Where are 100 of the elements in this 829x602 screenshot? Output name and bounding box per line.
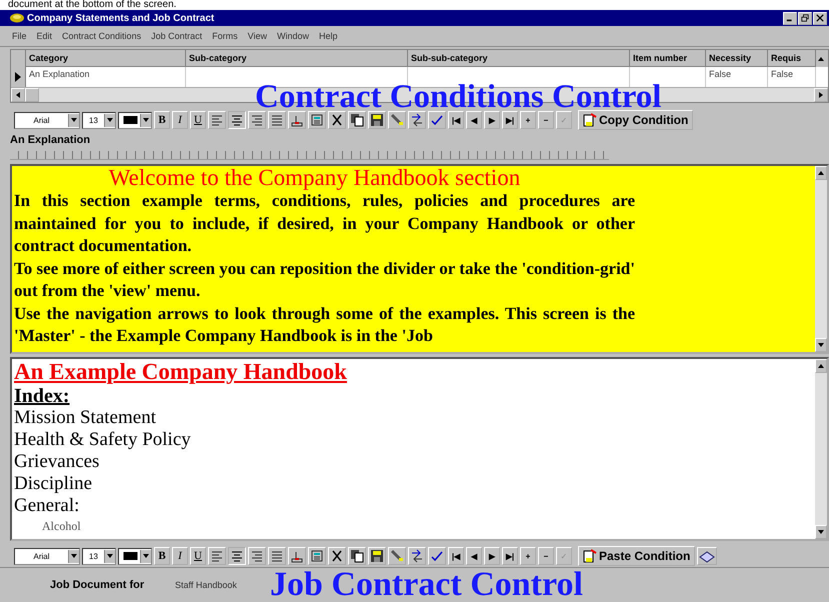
index-subitem: Alcohol xyxy=(41,518,82,535)
navigation-button[interactable]: + xyxy=(520,111,536,129)
scroll-right-icon[interactable] xyxy=(819,92,823,98)
align-center-icon[interactable] xyxy=(228,111,246,129)
section-heading: Welcome to the Company Handbook section xyxy=(108,166,522,190)
menu-item[interactable]: Window xyxy=(276,31,309,41)
align-left-icon[interactable] xyxy=(208,111,226,129)
navigation-button[interactable]: ▶ xyxy=(484,547,500,565)
dropdown-arrow-icon xyxy=(143,554,149,558)
copy-icon[interactable] xyxy=(348,547,366,565)
menu-item[interactable]: Forms xyxy=(212,31,238,41)
banner-title: Job Contract Control xyxy=(270,573,583,597)
save-icon[interactable] xyxy=(368,547,386,565)
font-dropdown[interactable]: Arial xyxy=(14,112,80,128)
clipboard-icon xyxy=(583,113,597,127)
index-item: Discipline xyxy=(14,473,94,495)
paragraph: To see more of either screen you can reposition the divider or take the 'condition-grid' out from the 'view' menu. xyxy=(14,258,635,302)
font-dropdown[interactable]: Arial xyxy=(14,548,80,564)
format-button[interactable]: B xyxy=(154,547,170,565)
save-icon[interactable] xyxy=(368,111,386,129)
dropdown-arrow-icon xyxy=(107,554,113,558)
action-button[interactable]: Paste Condition xyxy=(578,546,696,566)
justify-icon[interactable] xyxy=(268,111,286,129)
column-header[interactable]: Sub-sub-category xyxy=(408,50,630,67)
spellcheck-icon[interactable] xyxy=(428,547,446,565)
column-header[interactable]: Category xyxy=(26,50,186,67)
menu-item[interactable]: Edit xyxy=(36,31,52,41)
scroll-thumb[interactable] xyxy=(25,88,39,102)
menu-item[interactable]: Help xyxy=(318,31,338,41)
navigation-button[interactable]: ▶| xyxy=(502,547,518,565)
minimize-button[interactable] xyxy=(783,12,797,24)
job-document-label: Job Document for xyxy=(50,579,146,591)
transfer-icon[interactable] xyxy=(408,111,426,129)
format-button[interactable]: B xyxy=(154,111,170,129)
format-button[interactable]: I xyxy=(172,111,188,129)
dropdown-arrow-icon xyxy=(71,554,77,558)
format-button[interactable]: I xyxy=(172,547,188,565)
index-heading: Index: xyxy=(14,385,71,407)
brush-icon[interactable] xyxy=(388,111,406,129)
navigation-button[interactable]: ◀ xyxy=(466,547,482,565)
scroll-down-icon[interactable] xyxy=(818,530,824,534)
scroll-down-icon[interactable] xyxy=(818,343,824,347)
column-header[interactable]: Necessity xyxy=(706,50,768,67)
restore-button[interactable] xyxy=(798,12,812,24)
navigation-button[interactable]: − xyxy=(538,547,554,565)
restore-icon xyxy=(801,14,809,22)
clipboard-icon xyxy=(583,549,597,563)
menu-item[interactable]: View xyxy=(248,31,267,41)
close-button[interactable] xyxy=(813,12,827,24)
size-dropdown[interactable]: 13 xyxy=(82,548,116,564)
scroll-left-icon[interactable] xyxy=(16,92,20,98)
navigation-button[interactable]: ▶ xyxy=(484,111,500,129)
list-icon[interactable] xyxy=(308,547,326,565)
section-label: An Explanation xyxy=(9,134,92,148)
dropdown-arrow-icon xyxy=(143,118,149,122)
navigation-button[interactable]: ◀ xyxy=(466,111,482,129)
color-dropdown[interactable] xyxy=(118,548,152,564)
scroll-up-icon[interactable] xyxy=(818,56,824,60)
justify-icon[interactable] xyxy=(268,547,286,565)
index-item: General: xyxy=(14,495,80,517)
scrollbar[interactable] xyxy=(815,359,827,539)
column-header[interactable]: Item number xyxy=(630,50,706,67)
align-left-icon[interactable] xyxy=(208,547,226,565)
column-header[interactable]: Requis xyxy=(768,50,816,67)
align-center-icon[interactable] xyxy=(228,547,246,565)
spellcheck-icon[interactable] xyxy=(428,111,446,129)
menu-item[interactable]: Job Contract xyxy=(151,31,202,41)
color-dropdown[interactable] xyxy=(118,112,152,128)
column-header[interactable]: Sub-category xyxy=(186,50,408,67)
table-icon[interactable] xyxy=(288,547,306,565)
job-document-value: Staff Handbook xyxy=(175,580,238,590)
brush-icon[interactable] xyxy=(388,547,406,565)
size-dropdown[interactable]: 13 xyxy=(82,112,116,128)
scroll-up-icon[interactable] xyxy=(818,364,824,368)
menu-item[interactable]: Contract Conditions xyxy=(62,31,142,41)
align-right-icon[interactable] xyxy=(248,111,266,129)
cut-icon[interactable] xyxy=(328,547,346,565)
align-right-icon[interactable] xyxy=(248,547,266,565)
format-button[interactable]: U xyxy=(190,547,206,565)
scroll-up-icon[interactable] xyxy=(818,171,824,175)
copy-icon[interactable] xyxy=(348,111,366,129)
scrollbar[interactable] xyxy=(815,166,827,352)
transfer-icon[interactable] xyxy=(408,547,426,565)
paragraph: Use the navigation arrows to look through some of the examples. This screen is the 'Master' - the Example Company Handbook is in the 'Job xyxy=(14,302,635,347)
navigation-button[interactable]: + xyxy=(520,547,536,565)
navigation-button[interactable]: ▶| xyxy=(502,111,518,129)
list-icon[interactable] xyxy=(308,111,326,129)
cut-icon[interactable] xyxy=(328,111,346,129)
document-heading: An Example Company Handbook xyxy=(14,359,348,385)
dropdown-arrow-icon xyxy=(71,118,77,122)
format-button[interactable]: U xyxy=(190,111,206,129)
navigation-button[interactable]: − xyxy=(538,111,554,129)
navigation-button[interactable]: |◀ xyxy=(448,547,464,565)
index-item: Mission Statement xyxy=(14,407,157,429)
navigation-button[interactable]: |◀ xyxy=(448,111,464,129)
close-icon xyxy=(816,14,824,22)
dropdown-arrow-icon xyxy=(107,118,113,122)
table-icon[interactable] xyxy=(288,111,306,129)
action-button[interactable]: Copy Condition xyxy=(578,110,694,130)
menu-item[interactable]: File xyxy=(12,31,27,41)
